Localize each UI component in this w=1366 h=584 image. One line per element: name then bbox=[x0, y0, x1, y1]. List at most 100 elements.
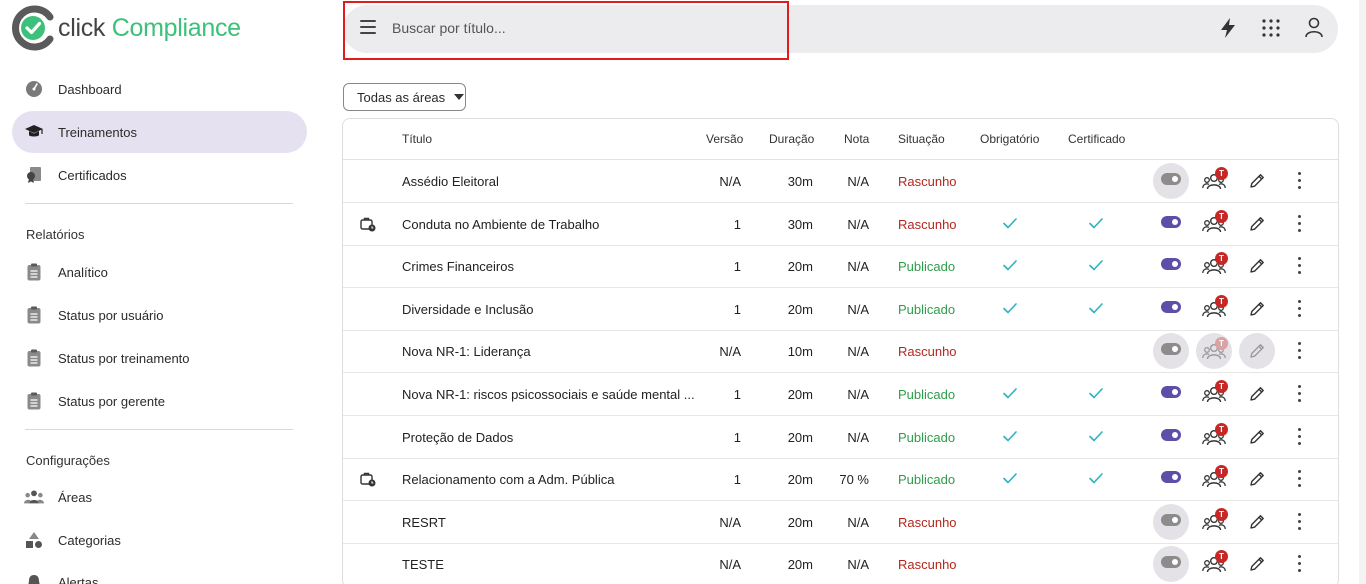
more-options-icon[interactable] bbox=[1298, 385, 1302, 403]
row-title: Assédio Eleitoral bbox=[402, 174, 499, 189]
row-grade: N/A bbox=[847, 557, 869, 573]
sidebar-item-treinamentos[interactable]: Treinamentos bbox=[12, 111, 307, 153]
table-row[interactable]: Crimes Financeiros 1 20m N/A Publicado T bbox=[343, 245, 1338, 289]
edit-pencil-icon[interactable] bbox=[1248, 342, 1266, 360]
col-header-versao[interactable]: Versão bbox=[706, 132, 743, 146]
table-row[interactable]: Assédio Eleitoral N/A 30m N/A Rascunho T bbox=[343, 160, 1338, 203]
col-header-duracao[interactable]: Duração bbox=[769, 132, 814, 146]
active-toggle[interactable] bbox=[1161, 215, 1181, 228]
row-title: Nova NR-1: riscos psicossociais e saúde … bbox=[402, 387, 695, 402]
more-options-icon[interactable] bbox=[1298, 257, 1302, 275]
row-grade: N/A bbox=[847, 174, 869, 189]
col-header-situacao[interactable]: Situação bbox=[898, 132, 945, 146]
row-duration: 20m bbox=[787, 301, 813, 317]
more-options-icon[interactable] bbox=[1298, 299, 1302, 318]
edit-pencil-icon[interactable] bbox=[1248, 215, 1266, 233]
row-status: Publicado bbox=[898, 387, 956, 402]
row-status: Rascunho bbox=[898, 557, 957, 573]
active-toggle[interactable] bbox=[1161, 343, 1181, 356]
col-header-nota[interactable]: Nota bbox=[844, 132, 869, 146]
edit-pencil-icon[interactable] bbox=[1248, 555, 1266, 573]
row-duration: 30m bbox=[787, 174, 813, 189]
more-options-icon[interactable] bbox=[1298, 427, 1302, 446]
sidebar-item-label: Categorias bbox=[58, 532, 121, 548]
row-version: 1 bbox=[733, 301, 741, 317]
active-toggle[interactable] bbox=[1161, 471, 1181, 484]
sidebar-item-label: Treinamentos bbox=[58, 124, 137, 140]
sidebar-divider bbox=[25, 203, 293, 204]
apps-grid-icon[interactable] bbox=[1259, 16, 1283, 40]
edit-pencil-icon[interactable] bbox=[1248, 172, 1266, 190]
sidebar-item-label: Áreas bbox=[58, 489, 92, 505]
group-icon bbox=[24, 487, 44, 507]
row-grade: N/A bbox=[847, 344, 869, 360]
sidebar: click Compliance Dashboard Treinamentos … bbox=[0, 0, 320, 584]
user-account-icon[interactable] bbox=[1302, 16, 1326, 40]
sidebar-item-areas[interactable]: Áreas bbox=[12, 476, 307, 518]
table-row[interactable]: Nova NR-1: riscos psicossociais e saúde … bbox=[343, 373, 1338, 416]
table-row[interactable]: RESRT N/A 20m N/A Rascunho T bbox=[343, 501, 1338, 544]
table-row[interactable]: Nova NR-1: Liderança N/A 10m N/A Rascunho T bbox=[343, 330, 1338, 374]
gauge-icon bbox=[24, 79, 44, 99]
edit-pencil-icon[interactable] bbox=[1248, 513, 1266, 531]
active-toggle[interactable] bbox=[1161, 300, 1181, 313]
sidebar-item-alertas[interactable]: Alertas bbox=[12, 561, 307, 584]
edit-pencil-icon[interactable] bbox=[1248, 385, 1266, 403]
more-options-icon[interactable] bbox=[1298, 555, 1302, 573]
active-toggle[interactable] bbox=[1161, 386, 1181, 398]
brand-logo[interactable]: click Compliance bbox=[10, 4, 241, 52]
mandatory-check-icon bbox=[1003, 217, 1017, 228]
briefcase-clock-icon bbox=[360, 217, 376, 232]
area-filter-dropdown[interactable]: Todas as áreas bbox=[343, 83, 466, 111]
sidebar-item-status-por-gerente[interactable]: Status por gerente bbox=[12, 380, 307, 422]
search-input[interactable] bbox=[392, 17, 772, 39]
page-scrollbar[interactable] bbox=[1359, 0, 1366, 584]
more-options-icon[interactable] bbox=[1298, 512, 1302, 531]
sidebar-item-label: Analítico bbox=[58, 264, 108, 280]
sidebar-item-certificados[interactable]: Certificados bbox=[12, 154, 307, 196]
sidebar-item-categorias[interactable]: Categorias bbox=[12, 519, 307, 561]
edit-pencil-icon[interactable] bbox=[1248, 470, 1266, 488]
more-options-icon[interactable] bbox=[1298, 172, 1302, 190]
edit-pencil-icon[interactable] bbox=[1248, 300, 1266, 318]
training-badge: T bbox=[1215, 252, 1228, 266]
col-header-titulo[interactable]: Título bbox=[402, 132, 432, 146]
more-options-icon[interactable] bbox=[1298, 342, 1302, 360]
sidebar-item-dashboard[interactable]: Dashboard bbox=[12, 68, 307, 110]
more-options-icon[interactable] bbox=[1298, 214, 1302, 233]
edit-pencil-icon[interactable] bbox=[1248, 428, 1266, 446]
active-toggle[interactable] bbox=[1161, 556, 1181, 569]
table-row[interactable]: Relacionamento com a Adm. Pública 1 20m 70 … bbox=[343, 458, 1338, 502]
table-row[interactable]: TESTE N/A 20m N/A Rascunho T bbox=[343, 543, 1338, 584]
active-toggle[interactable] bbox=[1161, 428, 1181, 441]
edit-pencil-icon[interactable] bbox=[1248, 257, 1266, 275]
row-duration: 20m bbox=[787, 259, 813, 275]
sidebar-item-status-por-treinamento[interactable]: Status por treinamento bbox=[12, 337, 307, 379]
lightning-icon[interactable] bbox=[1216, 16, 1240, 40]
training-badge: T bbox=[1215, 422, 1228, 436]
row-duration: 20m bbox=[787, 429, 813, 445]
row-status: Publicado bbox=[898, 472, 956, 488]
sidebar-item-status-por-usuario[interactable]: Status por usuário bbox=[12, 294, 307, 336]
table-row[interactable]: Diversidade e Inclusão 1 20m N/A Publicado T bbox=[343, 288, 1338, 331]
row-duration: 10m bbox=[787, 344, 813, 360]
row-title: TESTE bbox=[402, 557, 444, 573]
col-header-obrigatorio[interactable]: Obrigatório bbox=[980, 132, 1039, 146]
active-toggle[interactable] bbox=[1161, 173, 1181, 185]
table-row[interactable]: Proteção de Dados 1 20m N/A Publicado T bbox=[343, 416, 1338, 459]
col-header-certificado[interactable]: Certificado bbox=[1068, 132, 1125, 146]
mandatory-check-icon bbox=[1003, 430, 1017, 441]
active-toggle[interactable] bbox=[1161, 513, 1181, 526]
row-title: Nova NR-1: Liderança bbox=[402, 344, 531, 360]
section-title-relatorios: Relatórios bbox=[26, 227, 85, 242]
sidebar-item-analitico[interactable]: Analítico bbox=[12, 251, 307, 293]
table-row[interactable]: Conduta no Ambiente de Trabalho 1 30m N/A Ra… bbox=[343, 203, 1338, 246]
table-header: Título Versão Duração Nota Situação Obri… bbox=[343, 119, 1338, 160]
menu-icon[interactable] bbox=[360, 20, 376, 34]
row-grade: N/A bbox=[847, 216, 869, 232]
active-toggle[interactable] bbox=[1161, 258, 1181, 271]
row-status: Rascunho bbox=[898, 514, 957, 530]
certificate-check-icon bbox=[1089, 260, 1103, 271]
more-options-icon[interactable] bbox=[1298, 470, 1302, 488]
row-grade: 70 % bbox=[839, 472, 869, 488]
